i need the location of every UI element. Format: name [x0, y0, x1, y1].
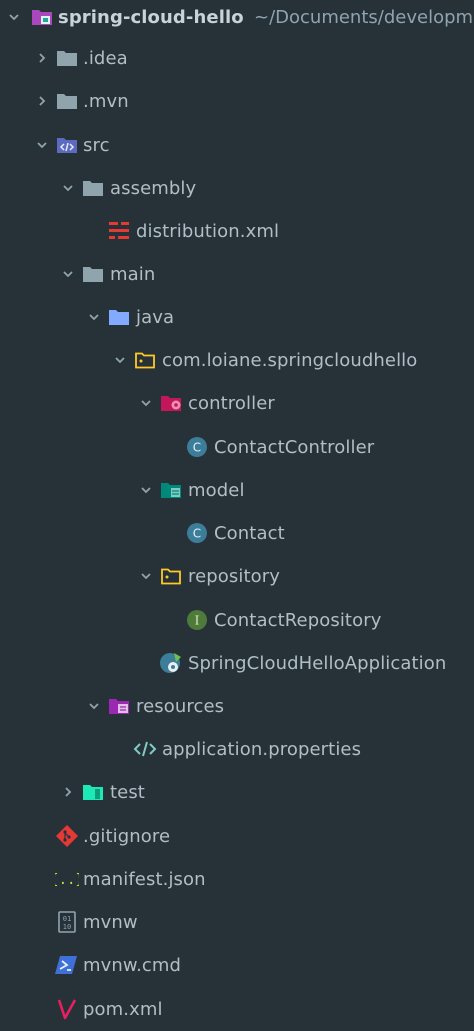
tree-item-contact-controller[interactable]: C ContactController — [0, 426, 474, 469]
tree-item-application-properties[interactable]: application.properties — [0, 728, 474, 771]
chevron-right-icon[interactable] — [36, 95, 48, 107]
controller-folder-icon — [161, 396, 181, 411]
tree-item-application[interactable]: SpringCloudHelloApplication — [0, 642, 474, 685]
tree-item-label: pom.xml — [83, 999, 163, 1020]
tree-item-model[interactable]: model — [0, 469, 474, 512]
tree-item-label: model — [188, 480, 245, 501]
folder-icon — [57, 94, 77, 109]
tree-item-java[interactable]: java — [0, 296, 474, 339]
tree-item-mvnw-cmd[interactable]: mvnw.cmd — [0, 944, 474, 987]
tree-item-label: mvnw — [83, 912, 138, 933]
repository-folder-icon — [161, 568, 181, 585]
tree-item-src[interactable]: src — [0, 124, 474, 167]
tree-root-row[interactable]: spring-cloud-hello ~/Documents/developme — [0, 0, 474, 39]
chevron-down-icon[interactable] — [8, 11, 20, 23]
tree-item-label: java — [136, 307, 175, 328]
svg-text:C: C — [193, 441, 201, 455]
folder-icon — [83, 267, 103, 282]
tree-item-label: Contact — [214, 523, 285, 544]
tree-item-label: main — [110, 264, 156, 285]
json-file-icon: {..} — [55, 872, 79, 888]
chevron-down-icon[interactable] — [140, 570, 152, 582]
tree-item-label: manifest.json — [83, 869, 206, 890]
tree-item-label: controller — [188, 393, 275, 414]
tree-item-contact[interactable]: C Contact — [0, 512, 474, 555]
package-folder-icon — [135, 352, 155, 369]
chevron-right-icon[interactable] — [62, 786, 74, 798]
chevron-down-icon[interactable] — [88, 700, 100, 712]
tree-item-distribution-xml[interactable]: distribution.xml — [0, 210, 474, 253]
chevron-down-icon[interactable] — [140, 397, 152, 409]
tree-item-repository[interactable]: repository — [0, 555, 474, 598]
tree-item-label: src — [83, 135, 110, 156]
tree-item-label: assembly — [110, 178, 197, 199]
git-file-icon — [56, 825, 78, 847]
folder-icon — [57, 51, 77, 66]
tree-item-manifest-json[interactable]: {..} manifest.json — [0, 858, 474, 901]
spring-boot-class-icon — [160, 653, 181, 673]
tree-item-gitignore[interactable]: .gitignore — [0, 815, 474, 858]
project-folder-icon — [32, 10, 52, 25]
chevron-right-icon[interactable] — [36, 52, 48, 64]
tree-item-contact-repository[interactable]: I ContactRepository — [0, 599, 474, 642]
chevron-down-icon[interactable] — [62, 268, 74, 280]
tree-item-label: SpringCloudHelloApplication — [188, 653, 447, 674]
svg-text:C: C — [193, 527, 201, 541]
tree-item-pom-xml[interactable]: pom.xml — [0, 988, 474, 1031]
tree-item-assembly[interactable]: assembly — [0, 167, 474, 210]
resources-folder-icon — [109, 699, 129, 714]
tree-item-label: mvnw.cmd — [83, 955, 182, 976]
chevron-down-icon[interactable] — [62, 182, 74, 194]
tree-item-label: test — [110, 782, 145, 803]
class-icon: C — [187, 437, 207, 457]
project-path: ~/Documents/developme — [254, 7, 474, 28]
tree-item-controller[interactable]: controller — [0, 382, 474, 425]
tree-item-package[interactable]: com.loiane.springcloudhello — [0, 339, 474, 382]
java-folder-icon — [109, 310, 129, 325]
svg-text:01: 01 — [63, 915, 71, 923]
project-name: spring-cloud-hello — [58, 7, 244, 28]
tree-item-label: ContactRepository — [214, 610, 382, 631]
tree-item-label: .idea — [83, 48, 128, 69]
tree-item-label: .mvn — [83, 91, 129, 112]
powershell-file-icon — [55, 956, 77, 974]
xml-file-icon — [109, 222, 129, 239]
folder-icon — [83, 181, 103, 196]
tree-item-label: repository — [188, 566, 281, 587]
chevron-down-icon[interactable] — [88, 311, 100, 323]
tree-item-label: distribution.xml — [136, 221, 280, 242]
test-folder-icon — [83, 785, 103, 800]
tree-item-label: resources — [136, 696, 225, 717]
properties-file-icon — [133, 741, 157, 757]
maven-file-icon — [57, 999, 77, 1020]
class-icon: C — [187, 523, 207, 543]
tree-item-label: com.loiane.springcloudhello — [162, 350, 418, 371]
svg-text:{..}: {..} — [55, 872, 79, 888]
svg-text:I: I — [195, 614, 200, 628]
tree-item-label: application.properties — [162, 739, 362, 760]
svg-text:10: 10 — [63, 923, 71, 931]
tree-item-idea[interactable]: .idea — [0, 37, 474, 80]
model-folder-icon — [161, 483, 181, 498]
binary-file-icon: 01 10 — [58, 911, 76, 933]
tree-item-main[interactable]: main — [0, 253, 474, 296]
interface-icon: I — [187, 610, 207, 630]
tree-item-mvnw[interactable]: 01 10 mvnw — [0, 901, 474, 944]
tree-item-label: .gitignore — [83, 826, 171, 847]
source-folder-icon — [57, 138, 77, 153]
tree-item-test[interactable]: test — [0, 771, 474, 814]
tree-item-mvn[interactable]: .mvn — [0, 80, 474, 123]
chevron-down-icon[interactable] — [36, 139, 48, 151]
tree-item-label: ContactController — [214, 437, 375, 458]
chevron-down-icon[interactable] — [114, 354, 126, 366]
chevron-down-icon[interactable] — [140, 484, 152, 496]
tree-item-resources[interactable]: resources — [0, 685, 474, 728]
